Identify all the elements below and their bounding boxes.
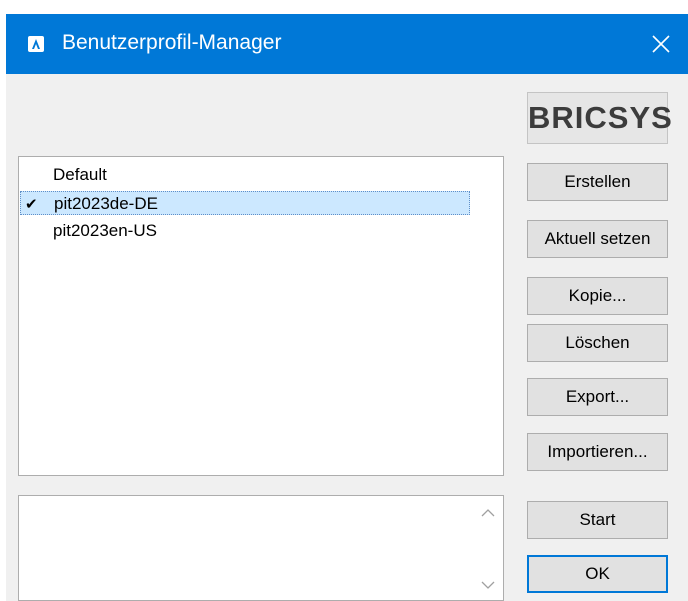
profile-list[interactable]: Default ✔ pit2023de-DE pit2023en-US: [18, 156, 504, 476]
list-item[interactable]: Default: [20, 163, 470, 187]
ok-button[interactable]: OK: [527, 555, 668, 593]
bricscad-app-icon: [28, 36, 44, 52]
list-item[interactable]: pit2023en-US: [20, 219, 470, 243]
create-button[interactable]: Erstellen: [527, 163, 668, 201]
start-button[interactable]: Start: [527, 501, 668, 539]
close-icon: [652, 35, 670, 53]
profile-label: pit2023en-US: [53, 221, 157, 240]
title-bar: Benutzerprofil-Manager: [6, 14, 688, 74]
profile-label: Default: [53, 165, 107, 184]
close-button[interactable]: [634, 14, 688, 74]
scroll-up-icon[interactable]: [481, 508, 495, 518]
bricsys-logo: BRICSYS: [527, 92, 672, 144]
window-title: Benutzerprofil-Manager: [62, 31, 282, 54]
profile-manager-window: Benutzerprofil-Manager BRICSYS Default ✔…: [6, 14, 688, 601]
import-button[interactable]: Importieren...: [527, 433, 668, 471]
profile-label: pit2023de-DE: [54, 194, 158, 213]
delete-button[interactable]: Löschen: [527, 324, 668, 362]
copy-button[interactable]: Kopie...: [527, 277, 668, 315]
profile-description-box[interactable]: [18, 495, 504, 601]
set-current-button[interactable]: Aktuell setzen: [527, 220, 668, 258]
scroll-down-icon[interactable]: [481, 580, 495, 590]
list-item-selected[interactable]: ✔ pit2023de-DE: [20, 191, 470, 215]
vertical-scrollbar[interactable]: [473, 496, 503, 600]
check-icon: ✔: [25, 196, 38, 213]
export-button[interactable]: Export...: [527, 378, 668, 416]
